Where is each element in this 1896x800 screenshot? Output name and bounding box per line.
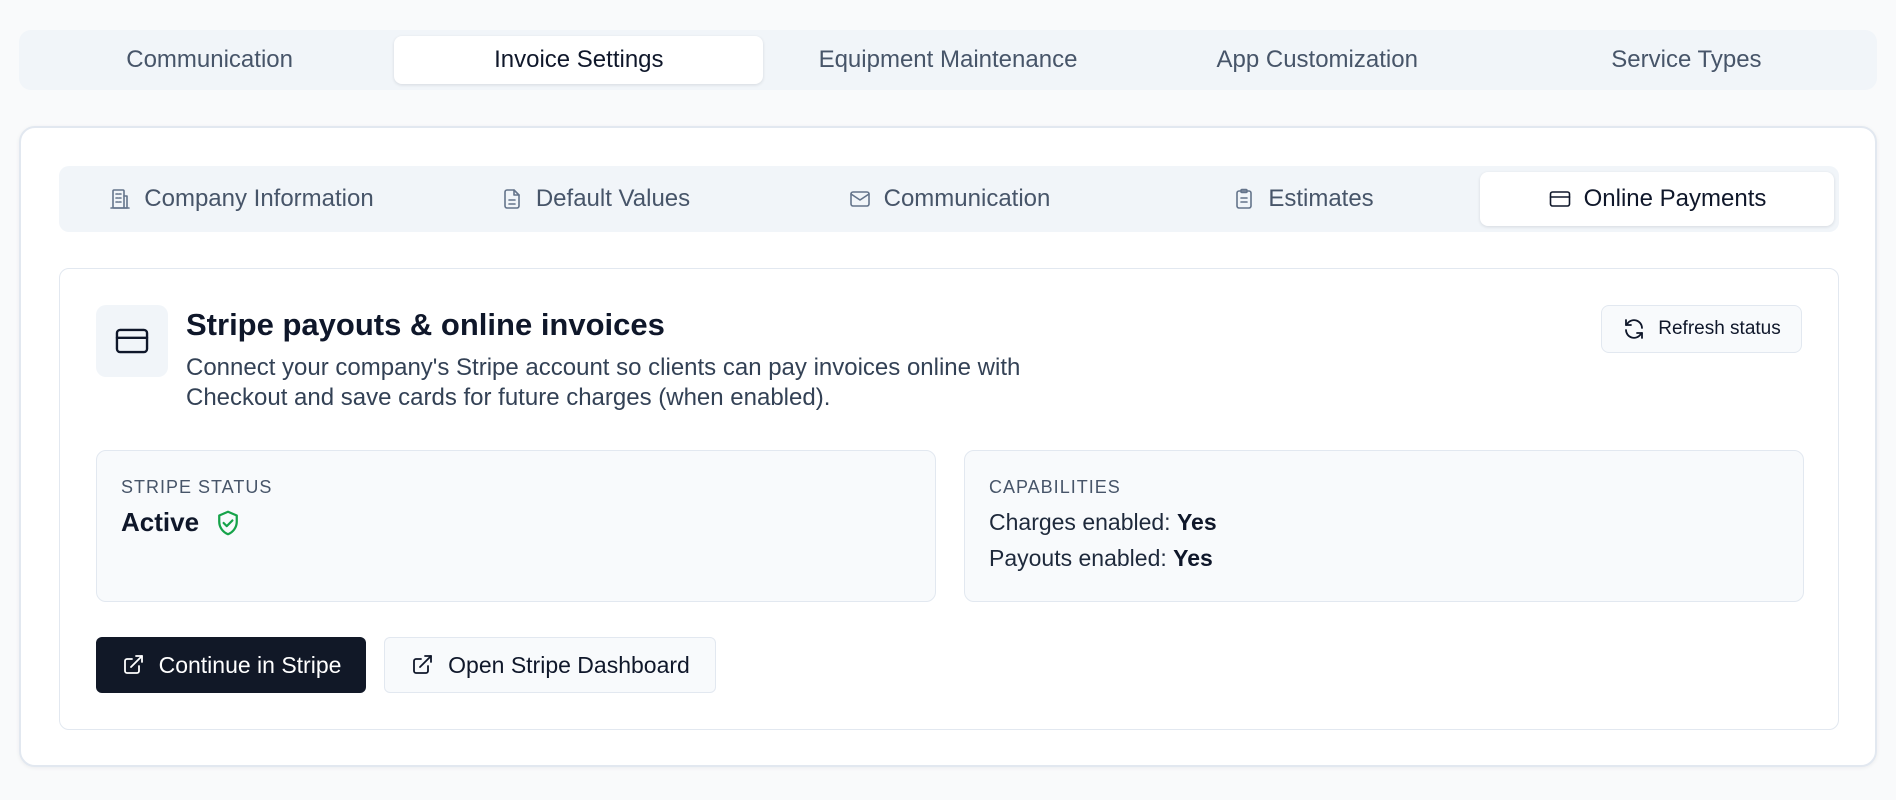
subtab-company-information[interactable]: Company Information (64, 172, 418, 226)
subtab-label: Company Information (144, 185, 374, 212)
invoice-settings-card: Company Information Default Values Commu… (19, 126, 1877, 767)
charges-enabled-row: Charges enabled: Yes (989, 509, 1217, 536)
subtab-label: Estimates (1268, 185, 1374, 212)
refresh-icon (1625, 319, 1644, 339)
charges-enabled-label: Charges enabled: (989, 509, 1171, 535)
document-icon (504, 189, 520, 209)
refresh-status-button[interactable]: Refresh status (1601, 305, 1802, 353)
continue-in-stripe-label: Continue in Stripe (158, 651, 342, 678)
tab-communication[interactable]: Communication (25, 36, 394, 84)
tab-invoice-settings[interactable]: Invoice Settings (394, 36, 764, 84)
external-link-icon (123, 655, 143, 674)
subtab-online-payments[interactable]: Online Payments (1480, 172, 1834, 226)
tab-service-types[interactable]: Service Types (1502, 36, 1871, 84)
capabilities-label: CAPABILITIES (989, 477, 1121, 497)
credit-card-icon (1549, 191, 1570, 207)
charges-enabled-value: Yes (1176, 509, 1217, 535)
stripe-header-icon (96, 305, 168, 377)
open-stripe-dashboard-label: Open Stripe Dashboard (448, 651, 690, 678)
subtab-label: Online Payments (1583, 185, 1767, 212)
section-title: Stripe payouts & online invoices (186, 307, 665, 342)
refresh-status-label: Refresh status (1658, 318, 1781, 339)
subtab-label: Communication (883, 185, 1051, 212)
sub-tab-bar: Company Information Default Values Commu… (59, 166, 1839, 232)
subtab-default-values[interactable]: Default Values (418, 172, 772, 226)
stripe-status-value-row: Active (121, 507, 243, 538)
shield-check-icon (218, 510, 238, 535)
top-tab-bar: Communication Invoice Settings Equipment… (19, 30, 1877, 90)
payouts-enabled-label: Payouts enabled: (989, 545, 1167, 571)
subtab-estimates[interactable]: Estimates (1126, 172, 1480, 226)
stripe-panel: Stripe payouts & online invoices Connect… (59, 268, 1839, 730)
stripe-status-value: Active (121, 507, 200, 537)
external-link-icon (413, 655, 433, 674)
tab-app-customization[interactable]: App Customization (1133, 36, 1502, 84)
clipboard-icon (1236, 188, 1253, 209)
continue-in-stripe-button[interactable]: Continue in Stripe (96, 637, 366, 693)
credit-card-icon (115, 328, 149, 354)
building-icon (110, 189, 131, 209)
stripe-status-panel: STRIPE STATUS Active (96, 450, 936, 602)
stripe-status-label: STRIPE STATUS (121, 477, 273, 497)
mail-icon (849, 191, 870, 207)
section-description: Connect your company's Stripe account so… (186, 354, 1021, 411)
payouts-enabled-value: Yes (1173, 545, 1213, 571)
subtab-communication[interactable]: Communication (772, 172, 1126, 226)
open-stripe-dashboard-button[interactable]: Open Stripe Dashboard (384, 637, 716, 693)
tab-equipment-maintenance[interactable]: Equipment Maintenance (763, 36, 1132, 84)
payouts-enabled-row: Payouts enabled: Yes (989, 545, 1213, 572)
subtab-label: Default Values (535, 185, 691, 212)
capabilities-panel: CAPABILITIES Charges enabled: Yes Payout… (964, 450, 1804, 602)
